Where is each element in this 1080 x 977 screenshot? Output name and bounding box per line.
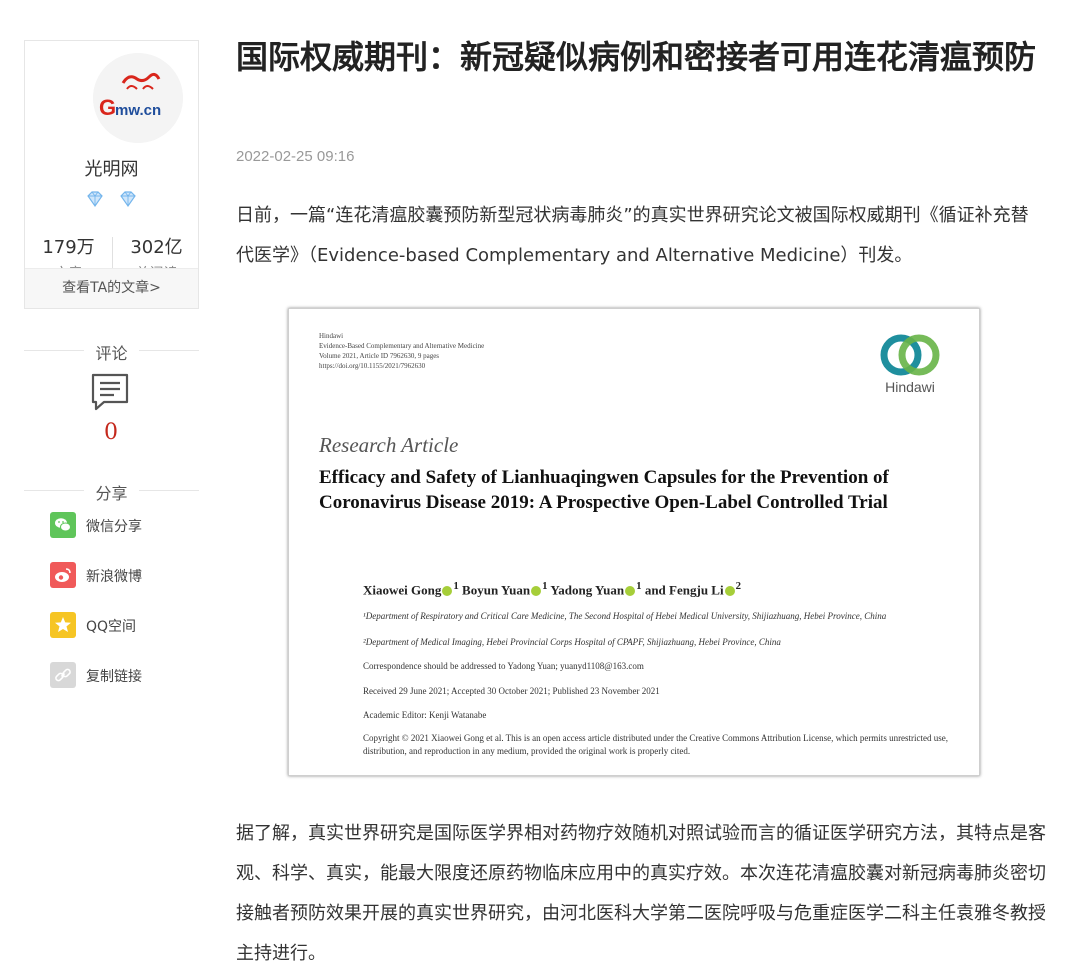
wechat-icon xyxy=(50,512,76,538)
paper-dates: Received 29 June 2021; Accepted 30 Octob… xyxy=(363,686,660,696)
weibo-icon xyxy=(50,562,76,588)
share-weibo[interactable]: 新浪微博 xyxy=(50,562,200,588)
comments-heading-label: 评论 xyxy=(95,344,128,363)
paper-author: Xiaowei Gong xyxy=(363,582,442,598)
author-affiliation-mark: 1 xyxy=(636,580,642,592)
orcid-icon xyxy=(531,586,542,597)
paper-article-type: Research Article xyxy=(319,433,459,457)
author-affiliation-mark: 1 xyxy=(542,580,548,592)
divider xyxy=(139,350,199,351)
author-badges xyxy=(25,189,198,214)
paper-meta: Hindawi Evidence-Based Complementary and… xyxy=(319,331,484,371)
article-title: 国际权威期刊：新冠疑似病例和密接者可用连花清瘟预防 xyxy=(236,38,1037,76)
share-copy-link[interactable]: 复制链接 xyxy=(50,662,200,688)
author-card: G mw.cn 光明网 179万 文章 302亿 总阅读 查看TA的文章> xyxy=(24,40,199,309)
qzone-icon xyxy=(50,612,76,638)
gmw-logo-icon: G mw.cn xyxy=(93,53,183,143)
author-affiliation-mark: 1 xyxy=(453,580,459,592)
share-weibo-label: 新浪微博 xyxy=(86,569,142,585)
link-icon xyxy=(50,662,76,688)
gmw-logo-text: mw.cn xyxy=(115,102,161,119)
orcid-icon xyxy=(625,586,636,597)
paper-author: Yadong Yuan xyxy=(550,582,625,598)
paper-title: Efficacy and Safety of Lianhuaqingwen Ca… xyxy=(319,467,889,513)
share-wechat-label: 微信分享 xyxy=(86,519,142,535)
divider xyxy=(139,490,199,491)
hindawi-logo-text: Hindawi xyxy=(885,379,935,395)
diamond-icon xyxy=(118,189,138,209)
share-heading-label: 分享 xyxy=(95,484,128,503)
article-paragraph: 日前，一篇“连花清瘟胶囊预防新型冠状病毒肺炎”的真实世界研究论文被国际权威期刊《… xyxy=(236,205,1029,266)
article-date: 2022-02-25 09:16 xyxy=(236,148,355,165)
paper-copyright: Copyright © 2021 Xiaowei Gong et al. Thi… xyxy=(363,733,949,756)
comment-count[interactable]: 0 xyxy=(0,420,222,445)
gmw-logo-g: G xyxy=(99,95,116,120)
diamond-icon xyxy=(85,189,105,209)
comment-icon[interactable] xyxy=(90,372,130,412)
paper-affiliation: ¹Department of Respiratory and Critical … xyxy=(363,611,887,621)
paper-authors: Xiaowei Gong 1 Boyun Yuan 1 Yadong Yuan 1 a… xyxy=(363,580,742,598)
orcid-icon xyxy=(724,586,735,597)
article-image-paper: Hindawi Evidence-Based Complementary and… xyxy=(288,308,980,776)
paper-meta-line: Hindawi xyxy=(319,332,344,340)
author-affiliation-mark: 2 xyxy=(735,580,742,592)
view-articles-link[interactable]: 查看TA的文章> xyxy=(25,268,198,308)
author-name[interactable]: 光明网 xyxy=(25,155,198,181)
stat-value: 179万 xyxy=(42,237,95,258)
stat-value: 302亿 xyxy=(130,237,183,258)
paper-meta-line: Volume 2021, Article ID 7962630, 9 pages xyxy=(319,352,440,360)
article-paragraph: 据了解，真实世界研究是国际医学界相对药物疗效随机对照试验而言的循证医学研究方法，… xyxy=(236,823,1046,964)
author-avatar[interactable]: G mw.cn xyxy=(93,53,183,143)
share-heading: 分享 xyxy=(24,480,199,503)
paper-meta-line: Evidence-Based Complementary and Alterna… xyxy=(319,342,485,350)
comments-heading: 评论 xyxy=(24,340,199,363)
orcid-icon xyxy=(442,586,453,597)
paper-editor: Academic Editor: Kenji Watanabe xyxy=(363,710,487,720)
share-wechat[interactable]: 微信分享 xyxy=(50,512,200,538)
paper-correspondence: Correspondence should be addressed to Ya… xyxy=(363,661,644,671)
share-qzone[interactable]: QQ空间 xyxy=(50,612,200,638)
paper-author: Boyun Yuan xyxy=(462,582,531,598)
paper-author: Fengju Li xyxy=(669,582,724,598)
paper-meta-line: https://doi.org/10.1155/2021/7962630 xyxy=(319,362,426,370)
share-qzone-label: QQ空间 xyxy=(86,619,137,635)
share-copy-link-label: 复制链接 xyxy=(86,669,142,685)
paper-affiliation: ²Department of Medical Imaging, Hebei Pr… xyxy=(363,637,781,647)
